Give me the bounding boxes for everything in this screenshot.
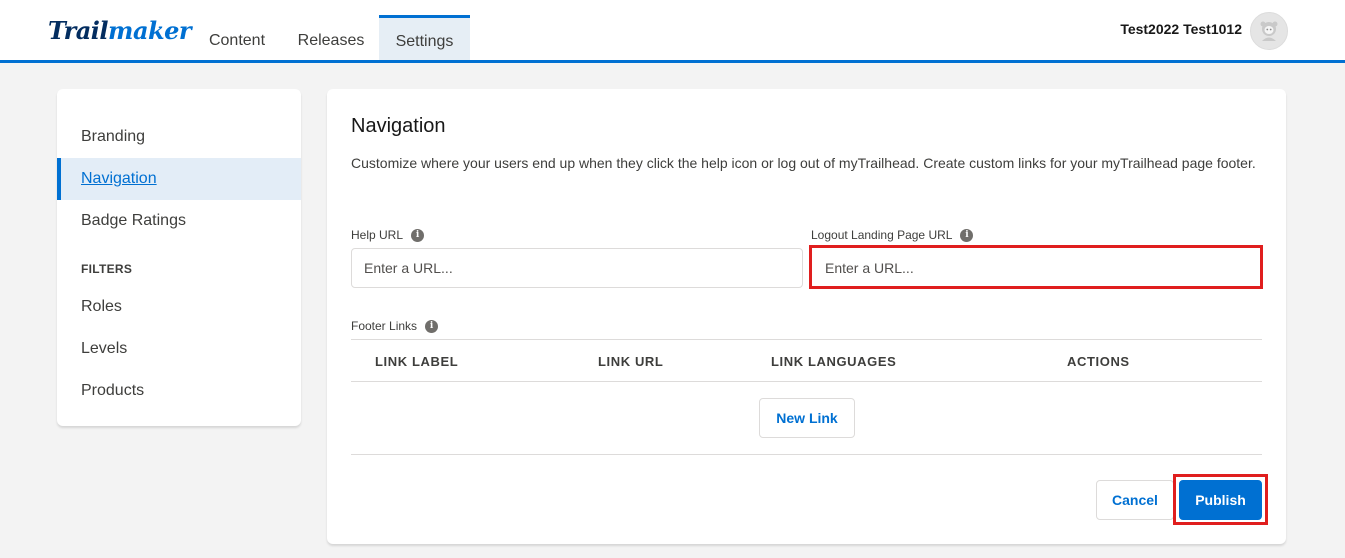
info-icon[interactable]: i — [960, 228, 974, 242]
logout-url-label: Logout Landing Page URL — [811, 228, 953, 242]
logout-url-label-group: Logout Landing Page URL i — [811, 228, 974, 242]
tab-content[interactable]: Content — [195, 15, 279, 60]
divider — [351, 454, 1262, 455]
logout-url-highlight — [809, 245, 1263, 289]
help-url-input[interactable] — [351, 248, 803, 288]
sidebar-item-navigation[interactable]: Navigation — [57, 158, 301, 200]
settings-sidebar: Branding Navigation Badge Ratings FILTER… — [57, 89, 301, 426]
info-icon[interactable]: i — [425, 319, 439, 333]
cancel-button[interactable]: Cancel — [1096, 480, 1174, 520]
trailmaker-logo[interactable]: Trailmaker — [48, 16, 192, 45]
page-title: Navigation — [351, 115, 446, 137]
footer-links-label: Footer Links — [351, 319, 418, 333]
sidebar-item-branding[interactable]: Branding — [57, 116, 301, 158]
footer-links-label-group: Footer Links i — [351, 319, 439, 333]
new-link-button[interactable]: New Link — [759, 398, 855, 438]
column-header-link-label: LINK LABEL — [375, 354, 459, 369]
publish-highlight — [1173, 474, 1268, 525]
sidebar-item-roles[interactable]: Roles — [57, 286, 301, 328]
column-header-link-languages: LINK LANGUAGES — [771, 354, 897, 369]
logo-text-maker: maker — [108, 16, 192, 45]
sidebar-item-products[interactable]: Products — [57, 370, 301, 412]
column-header-actions: ACTIONS — [1067, 354, 1130, 369]
help-url-label: Help URL — [351, 228, 404, 242]
tab-settings[interactable]: Settings — [379, 15, 470, 60]
column-header-link-url: LINK URL — [598, 354, 664, 369]
info-icon[interactable]: i — [411, 228, 425, 242]
tab-releases[interactable]: Releases — [289, 15, 373, 60]
sidebar-item-badge-ratings[interactable]: Badge Ratings — [57, 200, 301, 242]
sidebar-item-levels[interactable]: Levels — [57, 328, 301, 370]
navigation-settings-card: Navigation Customize where your users en… — [327, 89, 1286, 544]
footer-links-table-header: LINK LABEL LINK URL LINK LANGUAGES ACTIO… — [351, 339, 1262, 382]
user-name[interactable]: Test2022 Test1012 — [1120, 21, 1242, 37]
top-header: Trailmaker Content Releases Settings Tes… — [0, 0, 1345, 63]
logo-text-trail: Trail — [48, 16, 109, 45]
avatar[interactable] — [1250, 12, 1288, 50]
filters-heading: FILTERS — [81, 262, 133, 276]
page-description: Customize where your users end up when t… — [351, 155, 1256, 171]
astro-avatar-icon — [1260, 21, 1278, 41]
help-url-label-group: Help URL i — [351, 228, 425, 242]
